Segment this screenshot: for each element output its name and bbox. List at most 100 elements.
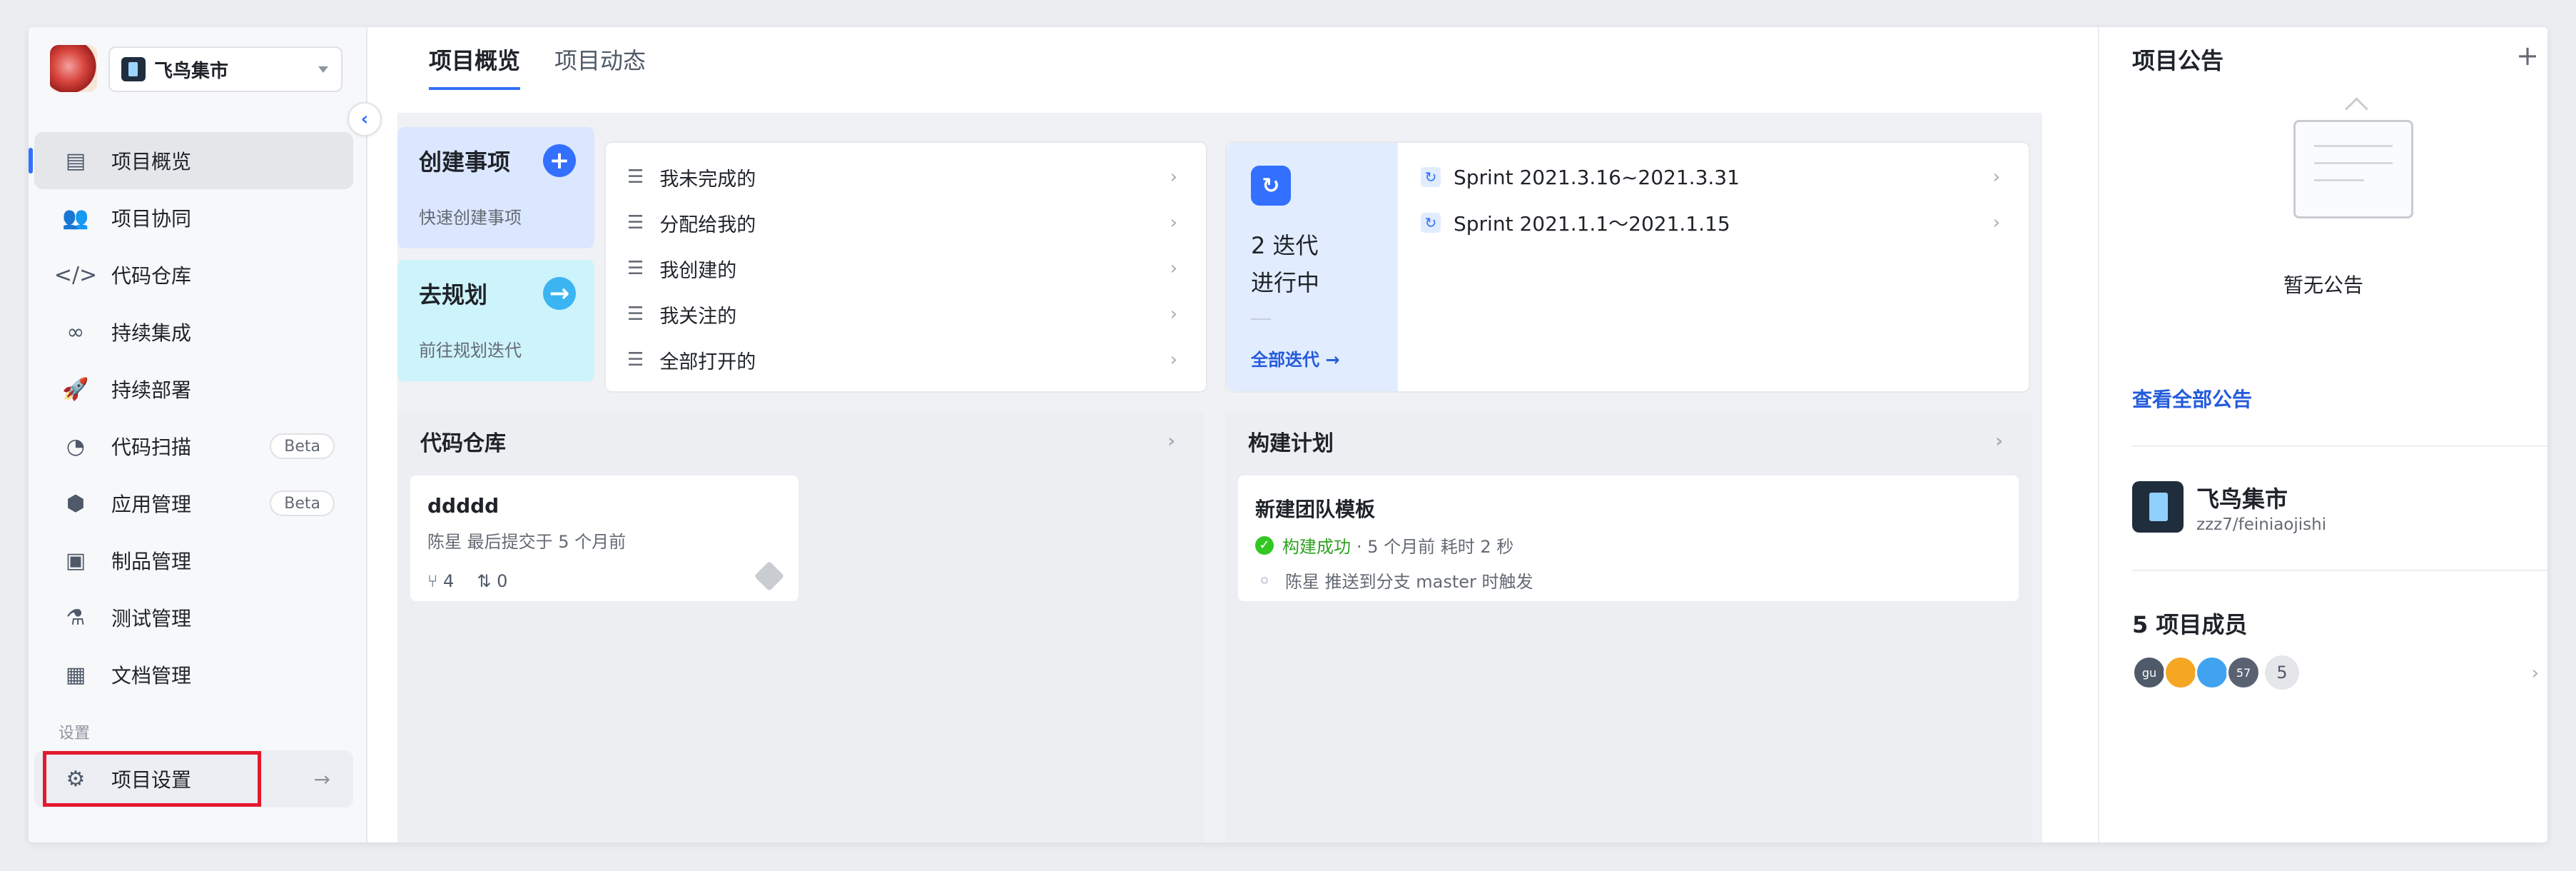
sidebar-item-label: 项目概览 [111, 150, 192, 173]
box-icon: ▣ [65, 548, 86, 573]
sidebar-item-label: 持续集成 [111, 321, 192, 345]
trigger-dot-icon [1261, 576, 1268, 584]
pie-icon: ◔ [66, 433, 86, 459]
divider [1251, 318, 1271, 320]
sidebar-item-8[interactable]: ⚗ 测试管理 [34, 589, 353, 646]
empty-board-icon [2293, 120, 2413, 218]
iteration-summary: ↻ 2 迭代 进行中 全部迭代 → [1227, 143, 1398, 391]
sidebar-item-7[interactable]: ▣ 制品管理 [34, 532, 353, 589]
iteration-icon: ↻ [1251, 166, 1291, 206]
right-panel: 项目公告 + 暂无公告 查看全部公告 飞鸟集市 zzz7/feiniaojish… [2098, 27, 2547, 842]
member-avatar[interactable] [2195, 655, 2229, 690]
filter-icon: ☰ [627, 303, 644, 325]
cube-icon: ⬢ [66, 490, 86, 516]
collapse-sidebar-button[interactable]: ‹ [348, 102, 382, 136]
project-name: 飞鸟集市 [2196, 485, 2288, 513]
create-item-subtitle: 快速创建事项 [419, 208, 522, 228]
divider [2132, 570, 2547, 571]
sidebar-item-label: 文档管理 [111, 664, 192, 688]
repo-panel-title: 代码仓库 [420, 431, 506, 456]
build-trigger: 陈星 推送到分支 master 时触发 [1285, 572, 1533, 592]
project-avatar[interactable] [50, 45, 97, 92]
filter-icon: ☰ [627, 212, 644, 233]
members-title: 5 项目成员 [2132, 611, 2248, 638]
project-path: zzz7/feiniaojishi [2196, 515, 2327, 534]
sidebar-item-label: 代码扫描 [111, 436, 192, 459]
iteration-card: ↻ 2 迭代 进行中 全部迭代 → ↻ Sprint 2021.3.16~2021… [1225, 141, 2030, 393]
member-avatars[interactable]: gu 57 5 [2132, 655, 2299, 690]
branch-count-value: 4 [443, 571, 455, 591]
build-card[interactable]: 新建团队模板 ✓ 构建成功 · 5 个月前 耗时 2 秒 陈星 推送到分支 ma… [1238, 475, 2019, 601]
filter-icon: ☰ [627, 166, 644, 188]
sprint-label: Sprint 2021.1.1～2021.1.15 [1454, 212, 1730, 236]
chevron-right-icon: › [1170, 303, 1177, 325]
sidebar-item-3[interactable]: ∞ 持续集成 [34, 303, 353, 361]
member-avatar[interactable]: 57 [2226, 655, 2261, 690]
code-icon: </> [54, 262, 98, 288]
filter-label: 全部打开的 [659, 351, 756, 373]
filter-icon: ☰ [627, 258, 644, 279]
chevron-right-icon[interactable]: › [2532, 663, 2539, 684]
create-item-card[interactable]: 创建事项 + 快速创建事项 [397, 127, 594, 248]
merge-request-count: ⇅ 0 [477, 571, 508, 591]
repo-card[interactable]: ddddd 陈星 最后提交于 5 个月前 ⑂ 4 ⇅ 0 [410, 475, 798, 601]
project-logo-icon [2132, 481, 2184, 533]
filter-item[interactable]: ☰ 我创建的 › [606, 246, 1206, 291]
arrow-right-icon: → [313, 767, 330, 791]
sidebar-item-label: 代码仓库 [111, 264, 192, 288]
plus-icon: + [543, 144, 576, 177]
repo-name: ddddd [427, 494, 500, 518]
sprint-label: Sprint 2021.3.16~2021.3.31 [1454, 165, 1740, 189]
filter-icon: ☰ [627, 349, 644, 371]
sidebar-item-2[interactable]: </> 代码仓库 [34, 246, 353, 303]
infinity-icon: ∞ [66, 319, 85, 345]
chevron-right-icon: › [1170, 212, 1177, 233]
divider [2132, 445, 2547, 447]
filter-item[interactable]: ☰ 我未完成的 › [606, 154, 1206, 200]
project-selector-name: 飞鸟集市 [154, 60, 229, 82]
iteration-status: 进行中 [1251, 269, 1320, 296]
project-logo-icon [121, 57, 146, 81]
sprint-item[interactable]: ↻ Sprint 2021.1.1～2021.1.15 › [1398, 200, 2029, 246]
go-plan-card[interactable]: 去规划 → 前往规划迭代 [397, 260, 594, 381]
build-trigger-line: 陈星 推送到分支 master 时触发 [1255, 568, 2002, 593]
sidebar-item-label: 应用管理 [111, 493, 192, 516]
view-all-announcements-link[interactable]: 查看全部公告 [2132, 384, 2252, 413]
filter-item[interactable]: ☰ 我关注的 › [606, 291, 1206, 337]
filter-label: 我创建的 [659, 259, 737, 282]
sidebar-item-5[interactable]: ◔ 代码扫描 Beta [34, 418, 353, 475]
sidebar-item-label: 制品管理 [111, 550, 192, 573]
sidebar-item-1[interactable]: 👥 项目协同 [34, 189, 353, 246]
member-avatar[interactable] [2164, 655, 2198, 690]
sidebar-item-6[interactable]: ⬢ 应用管理 Beta [34, 475, 353, 532]
filter-item[interactable]: ☰ 全部打开的 › [606, 337, 1206, 383]
sidebar-item-label: 测试管理 [111, 607, 192, 630]
team-icon: 👥 [62, 205, 89, 231]
sidebar-item-9[interactable]: ▦ 文档管理 [34, 646, 353, 703]
announcements-empty-text: 暂无公告 [2283, 273, 2363, 297]
member-count-badge[interactable]: 5 [2265, 655, 2299, 690]
all-iterations-link[interactable]: 全部迭代 → [1251, 346, 1374, 371]
flask-icon: ⚗ [66, 605, 86, 630]
tab-activity[interactable]: 项目动态 [554, 43, 646, 90]
add-announcement-button[interactable]: + [2516, 40, 2539, 71]
chevron-right-icon: › [1992, 212, 2000, 233]
sidebar-item-0[interactable]: ▤ 项目概览 [29, 132, 353, 189]
build-panel-header: 构建计划 › [1225, 413, 2032, 470]
member-avatar[interactable]: gu [2132, 655, 2166, 690]
filter-item[interactable]: ☰ 分配给我的 › [606, 200, 1206, 246]
sidebar-item-4[interactable]: 🚀 持续部署 [34, 361, 353, 418]
project-selector[interactable]: 飞鸟集市 [108, 46, 343, 92]
branch-count: ⑂ 4 [427, 571, 455, 591]
sprint-icon: ↻ [1421, 213, 1441, 233]
filter-label: 分配给我的 [659, 213, 756, 236]
sprint-item[interactable]: ↻ Sprint 2021.3.16~2021.3.31 › [1398, 154, 2029, 200]
beta-badge: Beta [270, 433, 335, 459]
iteration-count: 2 迭代 [1251, 232, 1319, 259]
chevron-right-icon[interactable]: › [1995, 431, 2003, 452]
tab-overview[interactable]: 项目概览 [429, 43, 521, 90]
chevron-right-icon: › [1170, 166, 1177, 188]
chevron-right-icon[interactable]: › [1167, 431, 1175, 452]
document-icon: ▦ [65, 662, 86, 688]
sprint-icon: ↻ [1421, 167, 1441, 187]
